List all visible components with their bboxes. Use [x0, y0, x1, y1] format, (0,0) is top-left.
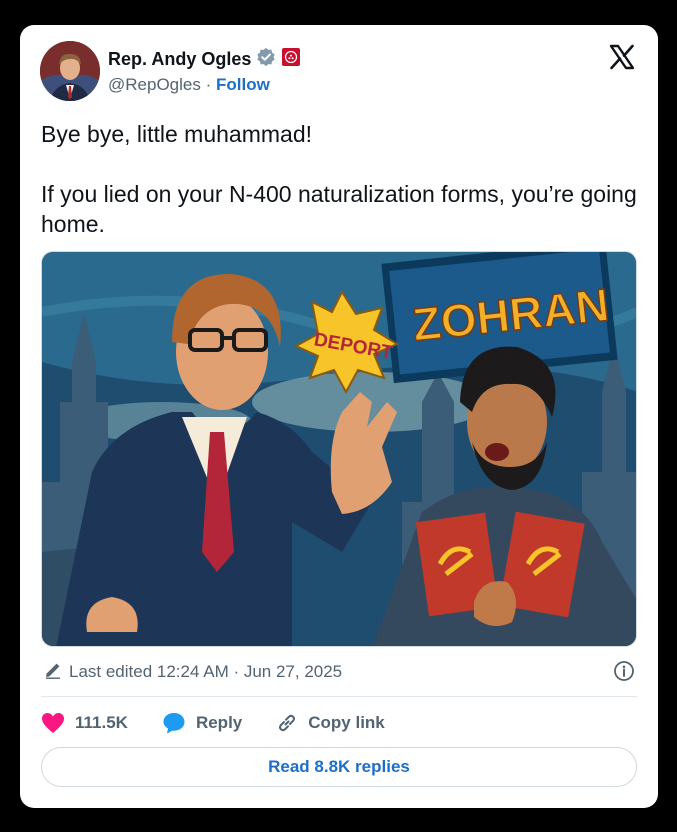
handle-separator: · [205, 75, 212, 94]
author-name[interactable]: Rep. Andy Ogles [108, 49, 251, 70]
like-button[interactable]: 111.5K [41, 712, 128, 734]
reply-label: Reply [195, 713, 243, 732]
reply-bubble-icon [163, 713, 185, 734]
action-bar: 111.5K Reply Copy link [41, 711, 419, 735]
handle-row: @RepOgles · Follow [108, 75, 270, 95]
last-edited-label[interactable]: Last edited 12:24 AM · Jun 27, 2025 [69, 662, 342, 682]
avatar[interactable] [40, 41, 100, 101]
reply-button[interactable]: Reply [162, 712, 242, 734]
pencil-icon [43, 660, 63, 685]
heart-icon [42, 713, 64, 733]
tweet-card: Rep. Andy Ogles @RepOgles · Follow Bye b… [20, 25, 658, 808]
verified-badge-icon [256, 47, 276, 72]
divider [41, 696, 637, 697]
copy-link-label: Copy link [308, 713, 385, 732]
link-icon [279, 714, 296, 732]
author-name-row: Rep. Andy Ogles [108, 47, 301, 72]
like-count: 111.5K [75, 713, 128, 732]
tweet-text: Bye bye, little muhammad! If you lied on… [41, 121, 637, 237]
affiliation-badge-icon [281, 47, 301, 72]
read-replies-button[interactable]: Read 8.8K replies [41, 747, 637, 787]
tweet-media-image[interactable]: ZOHRAN DEPORT [41, 251, 637, 647]
follow-button[interactable]: Follow [216, 75, 270, 94]
x-logo-icon[interactable] [608, 43, 636, 71]
copy-link-button[interactable]: Copy link [276, 712, 385, 734]
author-handle[interactable]: @RepOgles [108, 75, 201, 94]
info-icon[interactable] [613, 660, 635, 682]
edit-info-row: Last edited 12:24 AM · Jun 27, 2025 [43, 661, 635, 683]
